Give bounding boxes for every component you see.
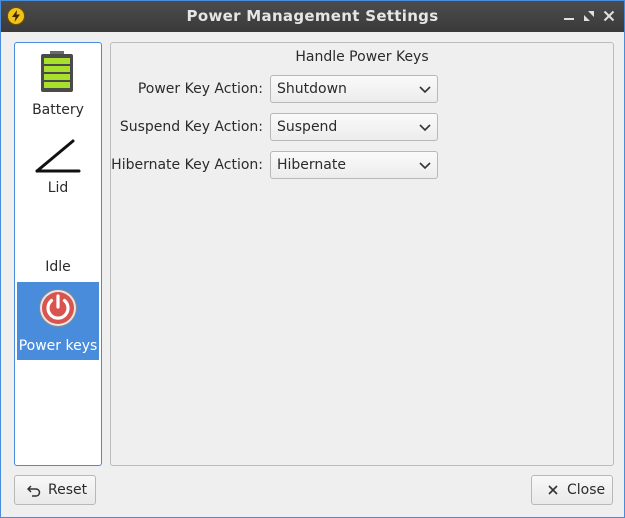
sidebar-item-power-keys[interactable]: Power keys [17, 282, 99, 360]
select-value: Suspend [277, 119, 338, 135]
power-key-action-label: Power Key Action: [137, 81, 263, 97]
close-window-button[interactable] [601, 8, 617, 24]
battery-icon [41, 51, 73, 92]
chevron-down-icon [419, 162, 431, 170]
sidebar-item-label: Idle [45, 259, 71, 275]
close-label: Close [567, 482, 606, 498]
hibernate-key-action-label: Hibernate Key Action: [111, 157, 263, 173]
restore-button[interactable] [581, 8, 597, 24]
sidebar: Battery Lid Idle Power keys [14, 42, 102, 466]
window-title: Power Management Settings [186, 7, 439, 25]
title-bar[interactable]: Power Management Settings [1, 1, 624, 32]
power-management-window: Power Management Settings Battery Lid Id… [0, 0, 625, 518]
suspend-key-action-select[interactable]: Suspend [270, 113, 438, 141]
close-icon [546, 483, 560, 497]
reset-label: Reset [48, 482, 88, 498]
hibernate-key-action-select[interactable]: Hibernate [270, 151, 438, 179]
sidebar-item-label: Battery [32, 102, 84, 118]
sidebar-item-label: Lid [47, 180, 69, 196]
select-value: Hibernate [277, 157, 346, 173]
power-keys-panel: Handle Power Keys Power Key Action: Shut… [110, 42, 614, 466]
sidebar-item-idle[interactable]: Idle [17, 211, 99, 279]
section-title: Handle Power Keys [295, 49, 429, 65]
sidebar-item-label: Power keys [18, 338, 98, 354]
suspend-key-action-label: Suspend Key Action: [119, 119, 263, 135]
sidebar-item-lid[interactable]: Lid [17, 131, 99, 201]
power-icon [39, 289, 77, 327]
undo-icon [27, 483, 41, 497]
chevron-down-icon [419, 86, 431, 94]
minimize-button[interactable] [561, 8, 577, 24]
reset-button[interactable]: Reset [14, 475, 96, 505]
chevron-down-icon [419, 124, 431, 132]
select-value: Shutdown [277, 81, 347, 97]
lid-icon [35, 139, 81, 173]
power-key-action-select[interactable]: Shutdown [270, 75, 438, 103]
close-button[interactable]: Close [531, 475, 613, 505]
sidebar-item-battery[interactable]: Battery [17, 47, 99, 123]
